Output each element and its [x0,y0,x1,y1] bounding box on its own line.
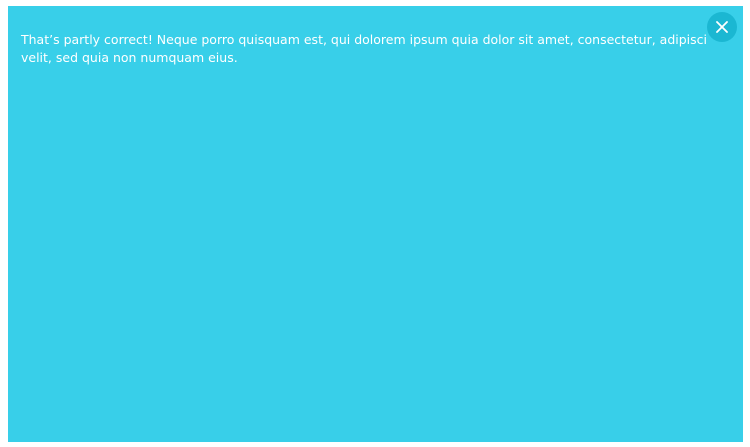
close-icon [716,21,728,33]
close-button[interactable] [707,12,737,42]
feedback-panel: That’s partly correct! Neque porro quisq… [8,6,743,442]
feedback-message: That’s partly correct! Neque porro quisq… [21,32,707,65]
page: That’s partly correct! Neque porro quisq… [0,0,750,447]
